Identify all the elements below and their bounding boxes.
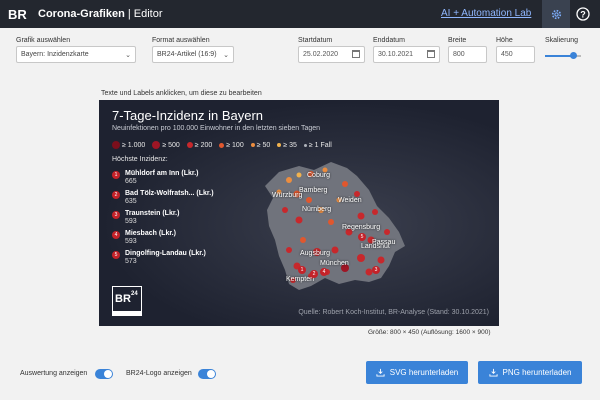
svg-text:BR: BR bbox=[8, 7, 27, 22]
map-rank-marker: 3 bbox=[372, 266, 380, 274]
map-rank-marker: 5 bbox=[358, 233, 366, 241]
toggle-knob bbox=[104, 370, 112, 378]
startdatum-value: 25.02.2020 bbox=[303, 51, 339, 58]
lab-link[interactable]: AI + Automation Lab bbox=[441, 8, 531, 19]
breite-value: 800 bbox=[453, 51, 465, 58]
top-bar: BR Corona-Grafiken | Editor AI + Automat… bbox=[0, 0, 600, 28]
map-rank-marker: 1 bbox=[298, 266, 306, 274]
grafik-select-value: Bayern: Inzidenzkarte bbox=[21, 51, 89, 58]
br-logo-icon[interactable]: BR bbox=[8, 6, 28, 22]
svg-text:?: ? bbox=[580, 9, 586, 19]
city-label[interactable]: München bbox=[320, 260, 349, 267]
hoehe-label: Höhe bbox=[496, 37, 513, 44]
grafik-select[interactable]: Bayern: Inzidenzkarte ⌄ bbox=[16, 46, 136, 63]
calendar-icon[interactable] bbox=[352, 50, 360, 58]
enddatum-input[interactable]: 30.10.2021 bbox=[373, 46, 440, 63]
download-icon bbox=[376, 368, 385, 377]
city-label[interactable]: Würzburg bbox=[272, 192, 302, 199]
city-label[interactable]: Nürnberg bbox=[302, 206, 331, 213]
city-label[interactable]: Coburg bbox=[307, 172, 330, 179]
calendar-icon[interactable] bbox=[427, 50, 435, 58]
city-label[interactable]: Passau bbox=[372, 239, 395, 246]
auswertung-label: Auswertung anzeigen bbox=[20, 370, 88, 377]
title-separator: | bbox=[127, 8, 131, 20]
app-title: Corona-Grafiken | Editor bbox=[38, 8, 163, 20]
toggle-knob bbox=[207, 370, 215, 378]
city-label[interactable]: Weiden bbox=[338, 197, 362, 204]
enddatum-value: 30.10.2021 bbox=[378, 51, 414, 58]
startdatum-input[interactable]: 25.02.2020 bbox=[298, 46, 365, 63]
bavaria-map bbox=[265, 162, 405, 290]
edit-hint: Texte und Labels anklicken, um diese zu … bbox=[101, 90, 262, 97]
breite-label: Breite bbox=[448, 37, 467, 44]
graphic-preview: 7-Tage-Inzidenz in Bayern Neuinfektionen… bbox=[99, 100, 499, 326]
skalierung-slider[interactable] bbox=[545, 52, 581, 60]
download-icon bbox=[488, 368, 498, 377]
slider-knob[interactable] bbox=[570, 52, 577, 59]
chevron-down-icon: ⌄ bbox=[223, 52, 229, 59]
png-download-label: PNG herunterladen bbox=[502, 368, 572, 377]
hoehe-input[interactable]: 450 bbox=[496, 46, 535, 63]
gear-icon bbox=[551, 9, 561, 19]
size-note: Größe: 800 × 450 (Auflösung: 1600 × 900) bbox=[368, 329, 491, 336]
hoehe-value: 450 bbox=[501, 51, 513, 58]
settings-button[interactable] bbox=[542, 0, 570, 28]
map-rank-marker: 2 bbox=[310, 270, 318, 278]
graphic-source[interactable]: Quelle: Robert Koch-Institut, BR-Analyse… bbox=[298, 309, 489, 316]
skalierung-label: Skalierung bbox=[545, 37, 579, 44]
auswertung-toggle[interactable] bbox=[95, 369, 113, 379]
svg-download-button[interactable]: SVG herunterladen bbox=[366, 361, 468, 384]
grafik-label: Grafik auswählen bbox=[16, 37, 71, 44]
format-select-value: BR24-Artikel (16:9) bbox=[157, 51, 217, 58]
svg-text:BR: BR bbox=[115, 293, 131, 305]
slider-fill bbox=[545, 55, 573, 57]
map-rank-marker: 4 bbox=[320, 268, 328, 276]
city-label[interactable]: Augsburg bbox=[300, 250, 330, 257]
app-section: Editor bbox=[133, 8, 163, 20]
bavaria-shape bbox=[265, 162, 405, 290]
city-label[interactable]: Kempten bbox=[286, 276, 314, 283]
app-name: Corona-Grafiken bbox=[38, 8, 125, 20]
svg-download-label: SVG herunterladen bbox=[389, 368, 459, 377]
format-select[interactable]: BR24-Artikel (16:9) ⌄ bbox=[152, 46, 234, 63]
help-icon: ? bbox=[576, 7, 590, 21]
logo-toggle[interactable] bbox=[198, 369, 216, 379]
format-label: Format auswählen bbox=[152, 37, 210, 44]
enddatum-label: Enddatum bbox=[373, 37, 405, 44]
chevron-down-icon: ⌄ bbox=[125, 52, 131, 59]
png-download-button[interactable]: PNG herunterladen bbox=[478, 361, 582, 384]
startdatum-label: Startdatum bbox=[298, 37, 333, 44]
logo-toggle-label: BR24-Logo anzeigen bbox=[126, 370, 192, 377]
help-button[interactable]: ? bbox=[574, 5, 592, 23]
city-label[interactable]: Regensburg bbox=[342, 224, 380, 231]
br24-logo-icon: BR 24 bbox=[112, 286, 142, 316]
breite-input[interactable]: 800 bbox=[448, 46, 487, 63]
svg-text:24: 24 bbox=[131, 291, 138, 297]
city-label[interactable]: Bamberg bbox=[299, 187, 327, 194]
